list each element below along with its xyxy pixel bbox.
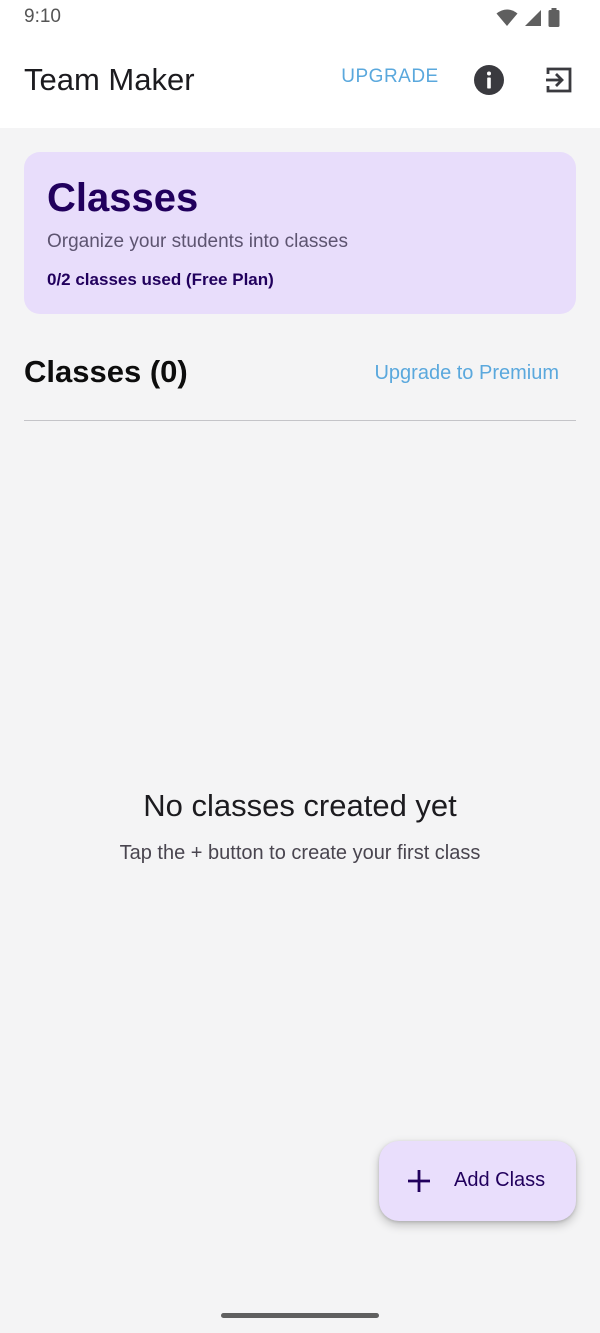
plan-usage-text: 0/2 classes used (Free Plan)	[47, 270, 274, 289]
signal-icon	[524, 9, 542, 32]
status-time: 9:10	[24, 6, 61, 27]
add-class-button[interactable]: Add Class	[379, 1141, 576, 1221]
empty-state-title: No classes created yet	[143, 788, 457, 823]
card-title: Classes	[47, 176, 199, 220]
wifi-icon	[496, 9, 518, 32]
classes-count-title: Classes (0)	[24, 354, 188, 389]
logout-button[interactable]	[537, 60, 581, 104]
app-title: Team Maker	[24, 62, 195, 97]
divider	[24, 420, 576, 421]
plus-icon	[406, 1168, 432, 1194]
info-icon	[473, 64, 505, 101]
add-class-label: Add Class	[454, 1169, 546, 1191]
battery-icon	[548, 8, 560, 32]
upgrade-premium-link[interactable]: Upgrade to Premium	[374, 362, 559, 385]
gesture-bar[interactable]	[221, 1313, 379, 1318]
upgrade-button[interactable]: UPGRADE	[330, 66, 450, 88]
header-card: Classes Organize your students into clas…	[24, 152, 576, 314]
status-icons	[496, 8, 560, 32]
logout-icon	[544, 65, 574, 100]
info-button[interactable]	[467, 60, 511, 104]
card-subtitle: Organize your students into classes	[47, 231, 348, 252]
app-bar: Team Maker UPGRADE	[0, 36, 600, 128]
status-bar: 9:10	[0, 0, 600, 36]
empty-state-hint: Tap the + button to create your first cl…	[119, 842, 481, 864]
